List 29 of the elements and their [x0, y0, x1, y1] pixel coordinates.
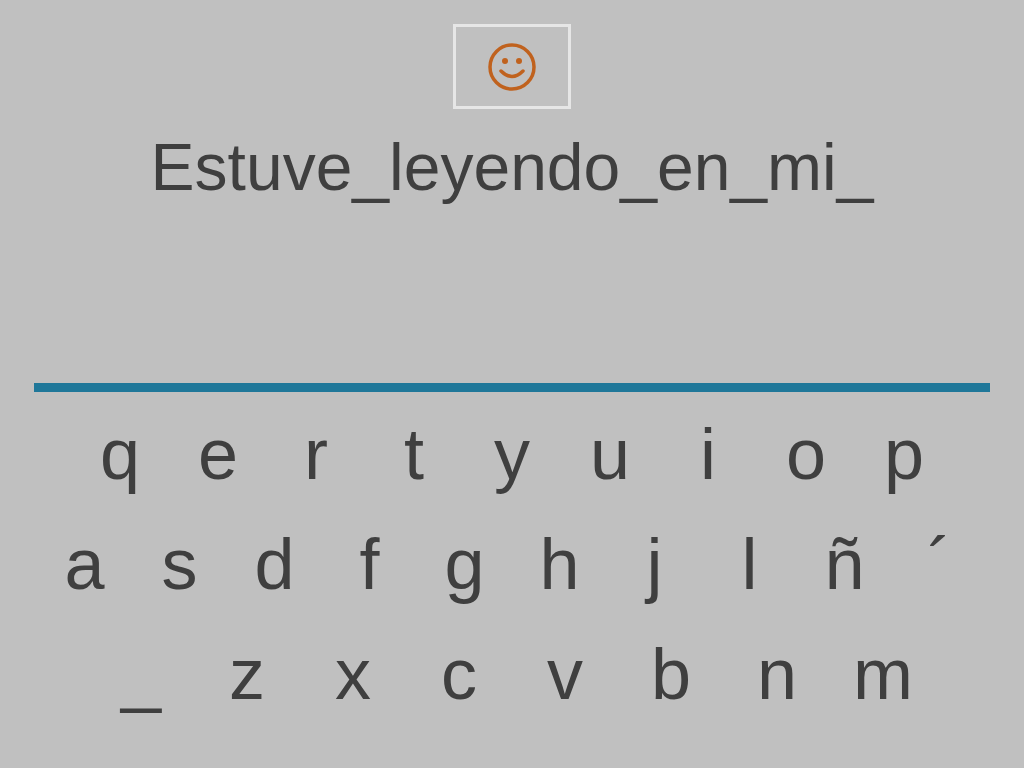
letter-key[interactable]: o	[757, 414, 855, 494]
letter-key[interactable]: q	[71, 414, 169, 494]
letter-key[interactable]: _	[88, 634, 194, 714]
letter-key[interactable]: x	[300, 634, 406, 714]
letter-key[interactable]: f	[322, 524, 417, 604]
letter-key[interactable]: d	[227, 524, 322, 604]
letter-key[interactable]: r	[267, 414, 365, 494]
letter-key[interactable]: a	[37, 524, 132, 604]
letter-key[interactable]: b	[618, 634, 724, 714]
letter-key[interactable]: e	[169, 414, 267, 494]
letter-key[interactable]: u	[561, 414, 659, 494]
letter-key[interactable]: l	[702, 524, 797, 604]
letter-key[interactable]: y	[463, 414, 561, 494]
letter-key[interactable]: t	[365, 414, 463, 494]
letter-key[interactable]: s	[132, 524, 227, 604]
smiley-icon	[487, 41, 537, 92]
letter-key[interactable]: v	[512, 634, 618, 714]
letter-key[interactable]: g	[417, 524, 512, 604]
letter-key[interactable]: c	[406, 634, 512, 714]
letter-key[interactable]: z	[194, 634, 300, 714]
letter-key[interactable]: ñ	[797, 524, 892, 604]
letter-key[interactable]: ´	[892, 524, 987, 604]
letter-key[interactable]: i	[659, 414, 757, 494]
letter-key[interactable]: m	[830, 634, 936, 714]
letter-key[interactable]: j	[607, 524, 702, 604]
sentence-text: Estuve_leyendo_en_mi_	[150, 129, 874, 206]
letter-key[interactable]: n	[724, 634, 830, 714]
letter-key[interactable]: h	[512, 524, 607, 604]
letter-key[interactable]: p	[855, 414, 953, 494]
